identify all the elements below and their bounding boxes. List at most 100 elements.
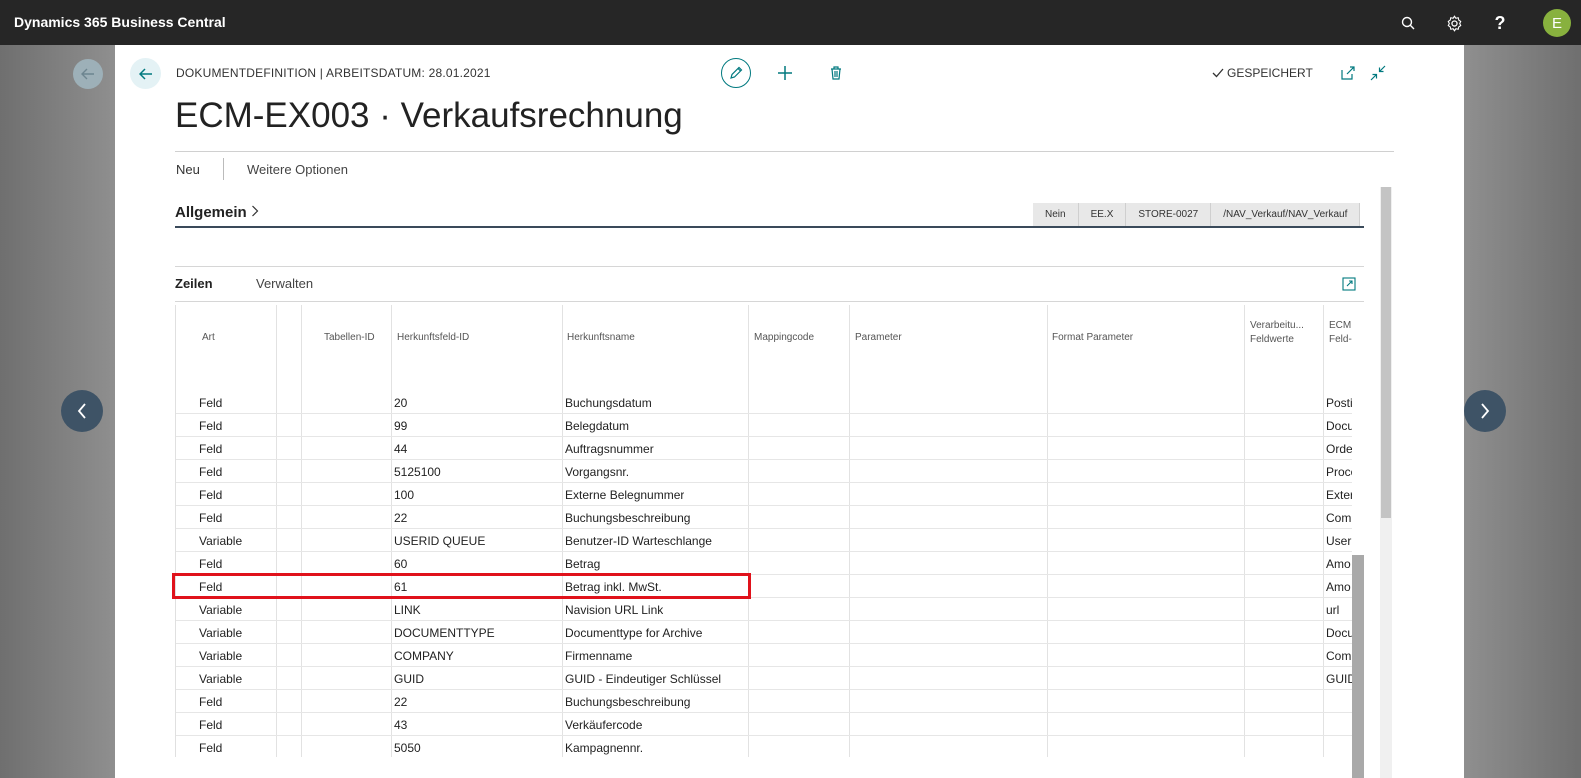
edit-button[interactable] xyxy=(721,58,751,88)
column-header-table-id[interactable]: Tabellen-ID xyxy=(324,332,375,344)
app-title[interactable]: Dynamics 365 Business Central xyxy=(14,14,226,30)
cell-source-name[interactable]: Betrag xyxy=(565,557,600,571)
column-header-source-name[interactable]: Herkunftsname xyxy=(567,332,635,344)
table-row[interactable]: Feld 22 Buchungsbeschreibung xyxy=(176,690,1352,713)
cell-art[interactable]: Feld xyxy=(199,488,222,502)
cell-source-name[interactable]: Firmenname xyxy=(565,649,632,663)
table-row[interactable]: Feld 100 Externe Belegnummer Exter xyxy=(176,483,1352,506)
table-row[interactable]: Feld 44 Auftragsnummer Orde xyxy=(176,437,1352,460)
grid-vertical-scrollbar[interactable] xyxy=(1352,555,1364,778)
cell-source-field-id[interactable]: 22 xyxy=(394,511,407,525)
gear-icon[interactable] xyxy=(1442,11,1466,35)
table-row[interactable]: Variable COMPANY Firmenname Com xyxy=(176,644,1352,667)
column-header-source-field-id[interactable]: Herkunftsfeld-ID xyxy=(397,332,469,344)
cell-source-name[interactable]: Buchungsdatum xyxy=(565,396,652,410)
cell-source-name[interactable]: Verkäufercode xyxy=(565,718,642,732)
cell-source-field-id[interactable]: LINK xyxy=(394,603,421,617)
cell-art[interactable]: Variable xyxy=(199,534,242,548)
cell-art[interactable]: Feld xyxy=(199,442,222,456)
cell-ecm-field[interactable]: Proce xyxy=(1326,465,1352,479)
cell-ecm-field[interactable]: Docu xyxy=(1326,419,1352,433)
column-header-parameter[interactable]: Parameter xyxy=(855,332,902,344)
search-icon[interactable] xyxy=(1396,11,1420,35)
cell-ecm-field[interactable]: Com xyxy=(1326,649,1352,663)
cell-ecm-field[interactable]: Amo xyxy=(1326,557,1352,571)
cell-source-name[interactable]: Benutzer-ID Warteschlange xyxy=(565,534,712,548)
table-row[interactable]: Feld 60 Betrag Amo xyxy=(176,552,1352,575)
tab-lines[interactable]: Zeilen xyxy=(175,276,213,291)
table-row[interactable]: Variable DOCUMENTTYPE Documenttype for Arc… xyxy=(176,621,1352,644)
cell-art[interactable]: Feld xyxy=(199,557,222,571)
cell-source-field-id[interactable]: 5125100 xyxy=(394,465,441,479)
cell-source-field-id[interactable]: DOCUMENTTYPE xyxy=(394,626,495,640)
cell-art[interactable]: Feld xyxy=(199,419,222,433)
cell-source-field-id[interactable]: 20 xyxy=(394,396,407,410)
cell-source-field-id[interactable]: 22 xyxy=(394,695,407,709)
column-header-ecm[interactable]: ECM Re xyxy=(1329,320,1352,332)
collapse-icon[interactable] xyxy=(1370,65,1388,83)
cell-art[interactable]: Feld xyxy=(199,511,222,525)
cell-ecm-field[interactable]: Com xyxy=(1326,511,1352,525)
tab-manage[interactable]: Verwalten xyxy=(256,276,313,291)
cell-source-field-id[interactable]: 44 xyxy=(394,442,407,456)
cell-art[interactable]: Variable xyxy=(199,603,242,617)
cell-ecm-field[interactable]: Exter xyxy=(1326,488,1352,502)
cell-source-name[interactable]: Kampagnennr. xyxy=(565,741,643,755)
cell-ecm-field[interactable]: Docu xyxy=(1326,626,1352,640)
table-row[interactable]: Feld 5050 Kampagnennr. xyxy=(176,736,1352,757)
cell-art[interactable]: Variable xyxy=(199,672,242,686)
cell-ecm-field[interactable]: Orde xyxy=(1326,442,1352,456)
cell-source-field-id[interactable]: USERID QUEUE xyxy=(394,534,485,548)
cell-art[interactable]: Feld xyxy=(199,695,222,709)
open-new-window-icon[interactable] xyxy=(1340,65,1358,83)
table-row[interactable]: Feld 5125100 Vorgangsnr. Proce xyxy=(176,460,1352,483)
table-row[interactable]: Variable USERID QUEUE Benutzer-ID Wartesch… xyxy=(176,529,1352,552)
cell-source-name[interactable]: Auftragsnummer xyxy=(565,442,654,456)
cell-source-field-id[interactable]: 43 xyxy=(394,718,407,732)
column-header-art[interactable]: Art xyxy=(202,332,215,344)
cell-source-field-id[interactable]: 60 xyxy=(394,557,407,571)
general-section-header[interactable]: Allgemein xyxy=(175,204,259,221)
cell-source-field-id[interactable]: GUID xyxy=(394,672,424,686)
new-action[interactable]: Neu xyxy=(176,162,200,177)
cell-source-name[interactable]: Externe Belegnummer xyxy=(565,488,684,502)
back-button[interactable] xyxy=(130,58,161,89)
cell-source-name[interactable]: Navision URL Link xyxy=(565,603,663,617)
page-vertical-scrollbar-thumb[interactable] xyxy=(1381,187,1391,518)
cell-source-name[interactable]: GUID - Eindeutiger Schlüssel xyxy=(565,672,721,686)
cell-source-field-id[interactable]: 100 xyxy=(394,488,414,502)
user-avatar[interactable]: E xyxy=(1543,9,1571,37)
cell-source-field-id[interactable]: COMPANY xyxy=(394,649,454,663)
cell-source-name[interactable]: Belegdatum xyxy=(565,419,629,433)
cell-ecm-field[interactable]: Amo xyxy=(1326,580,1352,594)
table-row[interactable]: Feld 99 Belegdatum Docu xyxy=(176,414,1352,437)
table-row[interactable]: Variable LINK Navision URL Link url xyxy=(176,598,1352,621)
cell-art[interactable]: Feld xyxy=(199,465,222,479)
cell-ecm-field[interactable]: UserI xyxy=(1326,534,1352,548)
delete-button[interactable] xyxy=(824,61,848,85)
cell-source-field-id[interactable]: 5050 xyxy=(394,741,421,755)
cell-art[interactable]: Feld xyxy=(199,718,222,732)
column-header-processing[interactable]: Verarbeitu... xyxy=(1250,320,1304,332)
cell-source-name[interactable]: Buchungsbeschreibung xyxy=(565,511,690,525)
next-record-button[interactable] xyxy=(1464,390,1506,432)
column-header-format-parameter[interactable]: Format Parameter xyxy=(1052,332,1133,344)
cell-art[interactable]: Variable xyxy=(199,626,242,640)
cell-ecm-field[interactable]: Posti xyxy=(1326,396,1352,410)
expand-lines-icon[interactable] xyxy=(1342,276,1356,291)
table-row[interactable]: Feld 20 Buchungsdatum Posti xyxy=(176,391,1352,414)
cell-source-name[interactable]: Buchungsbeschreibung xyxy=(565,695,690,709)
table-row[interactable]: Variable GUID GUID - Eindeutiger Schlüssel… xyxy=(176,667,1352,690)
help-icon[interactable]: ? xyxy=(1488,11,1512,35)
cell-source-name[interactable]: Vorgangsnr. xyxy=(565,465,629,479)
cell-art[interactable]: Variable xyxy=(199,649,242,663)
cell-source-field-id[interactable]: 99 xyxy=(394,419,407,433)
new-record-button[interactable] xyxy=(773,61,797,85)
cell-source-name[interactable]: Documenttype for Archive xyxy=(565,626,702,640)
table-row[interactable]: Feld 43 Verkäufercode xyxy=(176,713,1352,736)
cell-art[interactable]: Feld xyxy=(199,396,222,410)
previous-record-button[interactable] xyxy=(61,390,103,432)
more-options-action[interactable]: Weitere Optionen xyxy=(247,162,348,177)
table-row[interactable]: Feld 22 Buchungsbeschreibung Com xyxy=(176,506,1352,529)
column-header-mapping-code[interactable]: Mappingcode xyxy=(754,332,814,344)
